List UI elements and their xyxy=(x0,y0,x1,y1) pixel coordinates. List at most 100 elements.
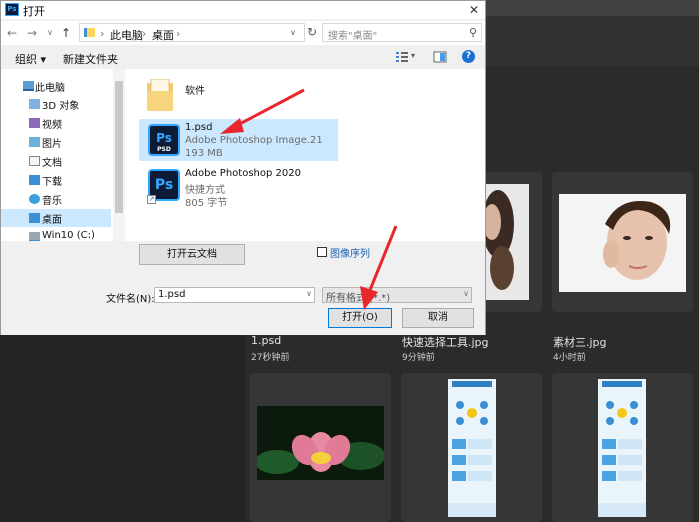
filename-value: 1.psd xyxy=(158,289,186,300)
shortcut-arrow-icon: ↗ xyxy=(147,195,156,204)
filetype-value: 所有格式 (*.*) xyxy=(326,293,391,304)
file-list: 软件 Ps PSD 1.psd Adobe Photoshop Image.21 … xyxy=(125,69,485,241)
view-options-chevron-icon[interactable]: ▾ xyxy=(411,51,415,60)
cancel-button[interactable]: 取消 xyxy=(402,308,474,328)
recent-file-card-3[interactable] xyxy=(552,172,693,312)
image-sequence-label: 图像序列 xyxy=(330,249,370,260)
help-icon[interactable]: ? xyxy=(462,50,475,63)
sidebar-item-label: 音乐 xyxy=(42,196,62,207)
back-arrow-icon[interactable]: ← xyxy=(5,25,19,41)
recent-file-name: 1.psd xyxy=(251,334,282,347)
portrait-thumbnail xyxy=(486,190,514,290)
dialog-title: 打开 xyxy=(23,5,45,18)
breadcrumb-separator: › xyxy=(142,27,147,40)
chevron-down-icon[interactable]: ∨ xyxy=(290,28,296,37)
computer-icon xyxy=(23,81,34,91)
address-bar: ← → ∨ ↑ › 此电脑 › 桌面 › ∨ ↻ 搜索"桌面" ⚲ xyxy=(1,21,485,45)
document-folder-icon xyxy=(29,156,40,166)
dialog-toolbar: 组织 ▾ 新建文件夹 ▾ ? xyxy=(1,45,485,69)
sidebar-item-label: 文档 xyxy=(42,158,62,169)
up-arrow-icon[interactable]: ↑ xyxy=(59,25,73,41)
recent-file-card-4[interactable] xyxy=(250,373,391,522)
file-item-folder[interactable]: 软件 xyxy=(139,73,338,113)
file-item-selected[interactable]: Ps PSD 1.psd Adobe Photoshop Image.21 193… xyxy=(139,119,338,161)
folder-icon xyxy=(84,28,95,37)
breadcrumb[interactable]: › 此电脑 › 桌面 › ∨ xyxy=(79,23,305,42)
recent-file-time: 9分钟前 xyxy=(402,353,435,363)
photoshop-title-strip xyxy=(486,0,699,16)
preview-pane-icon[interactable] xyxy=(433,50,447,64)
sidebar-item-label: 图片 xyxy=(42,139,62,150)
picture-folder-icon xyxy=(29,137,40,147)
video-folder-icon xyxy=(29,118,40,128)
music-folder-icon xyxy=(29,194,40,204)
organize-menu-button[interactable]: 组织 ▾ xyxy=(15,51,46,67)
forward-arrow-icon[interactable]: → xyxy=(25,25,39,41)
download-folder-icon xyxy=(29,175,40,185)
photoshop-options-bar xyxy=(486,16,699,66)
dialog-footer: 打开云文档 图像序列 文件名(N): 1.psd ∨ 所有格式 (*.*) ∨ … xyxy=(1,241,485,335)
recent-locations-chevron-icon[interactable]: ∨ xyxy=(43,25,57,41)
recent-file-time: 4小时前 xyxy=(553,353,586,363)
open-button[interactable]: 打开(O) xyxy=(328,308,392,328)
file-name: 1.psd xyxy=(185,122,213,133)
desktop-folder-icon xyxy=(29,213,40,223)
search-placeholder: 搜索"桌面" xyxy=(328,31,378,42)
sidebar-item-downloads[interactable]: 下载 xyxy=(1,171,111,189)
close-icon[interactable]: ✕ xyxy=(463,1,485,19)
filetype-select[interactable]: 所有格式 (*.*) ∨ xyxy=(322,287,472,304)
breadcrumb-item-desktop[interactable]: 桌面 xyxy=(152,27,174,43)
sidebar-item-music[interactable]: 音乐 xyxy=(1,190,111,208)
refresh-icon[interactable]: ↻ xyxy=(307,25,317,39)
file-item-shortcut[interactable]: Ps ↗ Adobe Photoshop 2020 快捷方式 805 字节 xyxy=(139,165,338,209)
search-icon: ⚲ xyxy=(468,26,477,39)
open-cloud-document-button[interactable]: 打开云文档 xyxy=(139,244,245,265)
photoshop-left-panel xyxy=(0,335,245,522)
sidebar-item-label: 下载 xyxy=(42,177,62,188)
scrollbar-thumb[interactable] xyxy=(115,81,123,213)
recent-file-name: 快速选择工具.jpg xyxy=(402,336,489,349)
view-options-icon[interactable] xyxy=(395,50,409,64)
sidebar-item-label: Win10 (C:) xyxy=(42,230,95,241)
lotus-thumbnail xyxy=(257,406,384,480)
search-input[interactable]: 搜索"桌面" ⚲ xyxy=(322,23,482,42)
photoshop-file-icon: Ps PSD xyxy=(148,124,180,156)
file-type: Adobe Photoshop Image.21 xyxy=(185,135,323,146)
dialog-titlebar: Ps 打开 ✕ xyxy=(1,1,485,19)
sidebar-item-documents[interactable]: 文档 xyxy=(1,152,111,170)
recent-file-card-6[interactable] xyxy=(552,373,693,522)
infographic-thumbnail xyxy=(448,379,496,517)
folder-icon xyxy=(147,79,173,111)
chevron-down-icon[interactable]: ∨ xyxy=(306,289,312,298)
new-folder-button[interactable]: 新建文件夹 xyxy=(63,51,118,67)
sidebar-scrollbar[interactable] xyxy=(113,69,125,241)
file-name: Adobe Photoshop 2020 xyxy=(185,168,301,179)
filename-input[interactable]: 1.psd ∨ xyxy=(154,287,315,303)
sidebar-item-videos[interactable]: 视频 xyxy=(1,114,111,132)
image-sequence-checkbox[interactable] xyxy=(317,247,327,257)
breadcrumb-separator: › xyxy=(100,27,105,40)
breadcrumb-separator: › xyxy=(176,27,181,40)
file-name: 软件 xyxy=(185,86,205,97)
sidebar-item-3d-objects[interactable]: 3D 对象 xyxy=(1,95,111,113)
recent-file-card-5[interactable] xyxy=(401,373,542,522)
cube-folder-icon xyxy=(29,99,40,109)
sidebar-item-label: 3D 对象 xyxy=(42,101,80,112)
photoshop-app-icon: Ps xyxy=(5,3,19,16)
sidebar-item-label: 此电脑 xyxy=(35,83,65,94)
sidebar-item-label: 视频 xyxy=(42,120,62,131)
open-file-dialog: Ps 打开 ✕ ← → ∨ ↑ › 此电脑 › 桌面 › ∨ ↻ 搜索"桌面" … xyxy=(0,0,486,335)
sidebar-item-pictures[interactable]: 图片 xyxy=(1,133,111,151)
chevron-down-icon[interactable]: ∨ xyxy=(463,289,469,298)
sidebar-item-desktop[interactable]: 桌面 xyxy=(1,209,111,227)
navigation-pane: 此电脑 3D 对象 视频 图片 文档 下载 音乐 桌面 Win10 (C:) xyxy=(1,69,125,242)
infographic-thumbnail xyxy=(598,379,646,517)
sidebar-item-this-pc[interactable]: 此电脑 xyxy=(1,77,111,95)
filename-label: 文件名(N): xyxy=(106,294,155,305)
sidebar-item-label: 桌面 xyxy=(42,215,62,226)
file-size: 805 字节 xyxy=(185,198,228,209)
recent-file-time: 27秒钟前 xyxy=(251,353,290,363)
recent-file-name: 素材三.jpg xyxy=(553,336,607,349)
breadcrumb-item-this-pc[interactable]: 此电脑 xyxy=(110,27,143,43)
face-thumbnail xyxy=(603,200,671,280)
